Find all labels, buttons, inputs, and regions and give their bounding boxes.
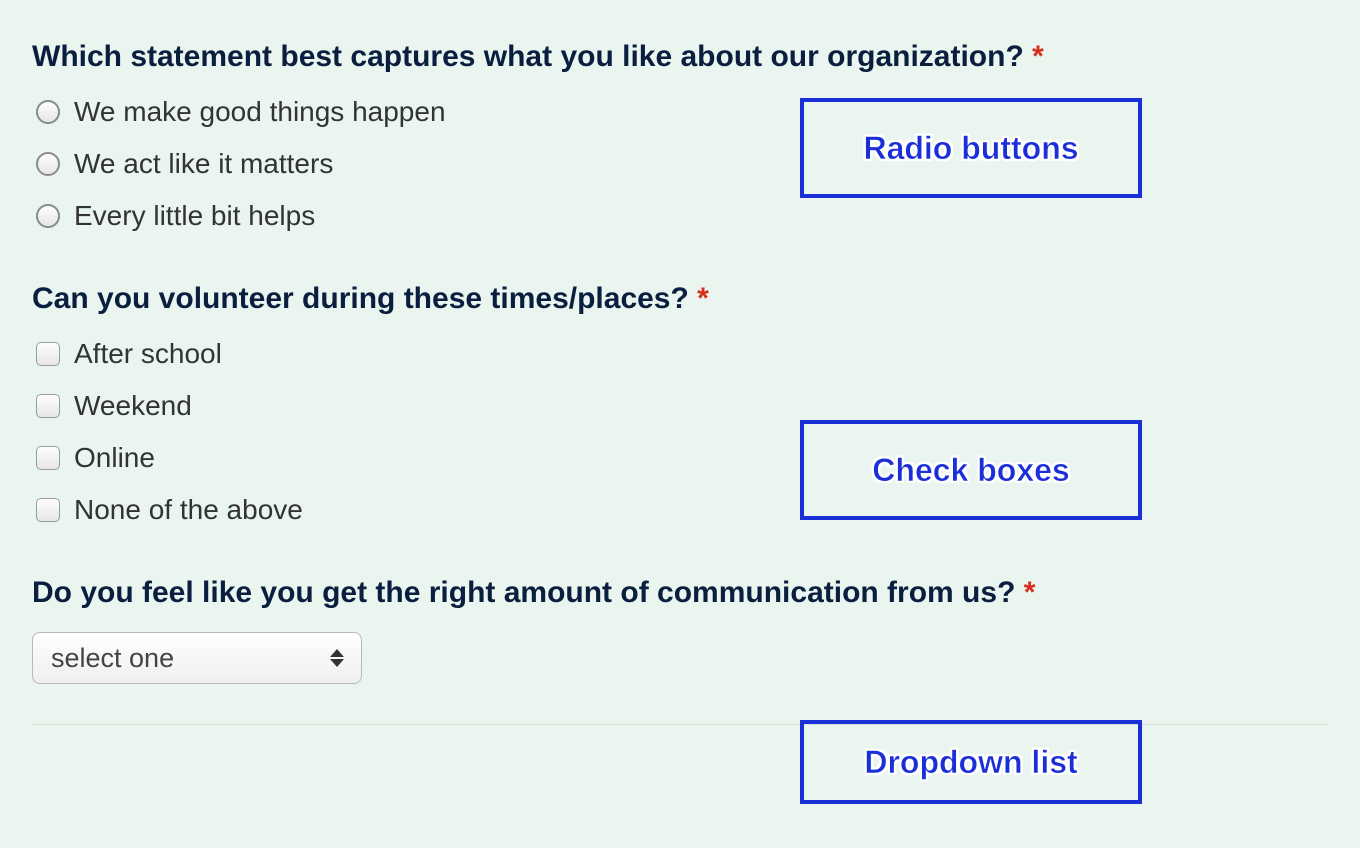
question-3: Do you feel like you get the right amoun…: [32, 576, 1328, 725]
radio-input[interactable]: [36, 204, 60, 228]
required-asterisk: *: [697, 282, 709, 315]
checkbox-input[interactable]: [36, 498, 60, 522]
question-2-title: Can you volunteer during these times/pla…: [32, 282, 1328, 316]
select-wrap: select one: [32, 632, 362, 684]
checkbox-option: Weekend: [36, 390, 1328, 422]
radio-input[interactable]: [36, 100, 60, 124]
checkbox-label: None of the above: [74, 494, 303, 526]
callout-checkbox: Check boxes: [800, 420, 1142, 520]
radio-input[interactable]: [36, 152, 60, 176]
question-1-title: Which statement best captures what you l…: [32, 40, 1328, 74]
checkbox-label: After school: [74, 338, 222, 370]
callout-radio-text: Radio buttons: [863, 130, 1078, 167]
radio-label: We make good things happen: [74, 96, 446, 128]
checkbox-label: Online: [74, 442, 155, 474]
select-input[interactable]: select one: [32, 632, 362, 684]
required-asterisk: *: [1032, 40, 1044, 73]
question-3-title: Do you feel like you get the right amoun…: [32, 576, 1328, 610]
callout-dropdown-text: Dropdown list: [864, 744, 1077, 781]
radio-label: We act like it matters: [74, 148, 333, 180]
callout-radio: Radio buttons: [800, 98, 1142, 198]
checkbox-input[interactable]: [36, 342, 60, 366]
checkbox-input[interactable]: [36, 446, 60, 470]
checkbox-label: Weekend: [74, 390, 192, 422]
required-asterisk: *: [1024, 576, 1036, 609]
question-3-title-text: Do you feel like you get the right amoun…: [32, 576, 1015, 609]
callout-checkbox-text: Check boxes: [872, 452, 1069, 489]
radio-label: Every little bit helps: [74, 200, 315, 232]
question-1-title-text: Which statement best captures what you l…: [32, 40, 1024, 73]
radio-option: Every little bit helps: [36, 200, 1328, 232]
checkbox-option: After school: [36, 338, 1328, 370]
question-2-title-text: Can you volunteer during these times/pla…: [32, 282, 689, 315]
callout-dropdown: Dropdown list: [800, 720, 1142, 804]
checkbox-input[interactable]: [36, 394, 60, 418]
